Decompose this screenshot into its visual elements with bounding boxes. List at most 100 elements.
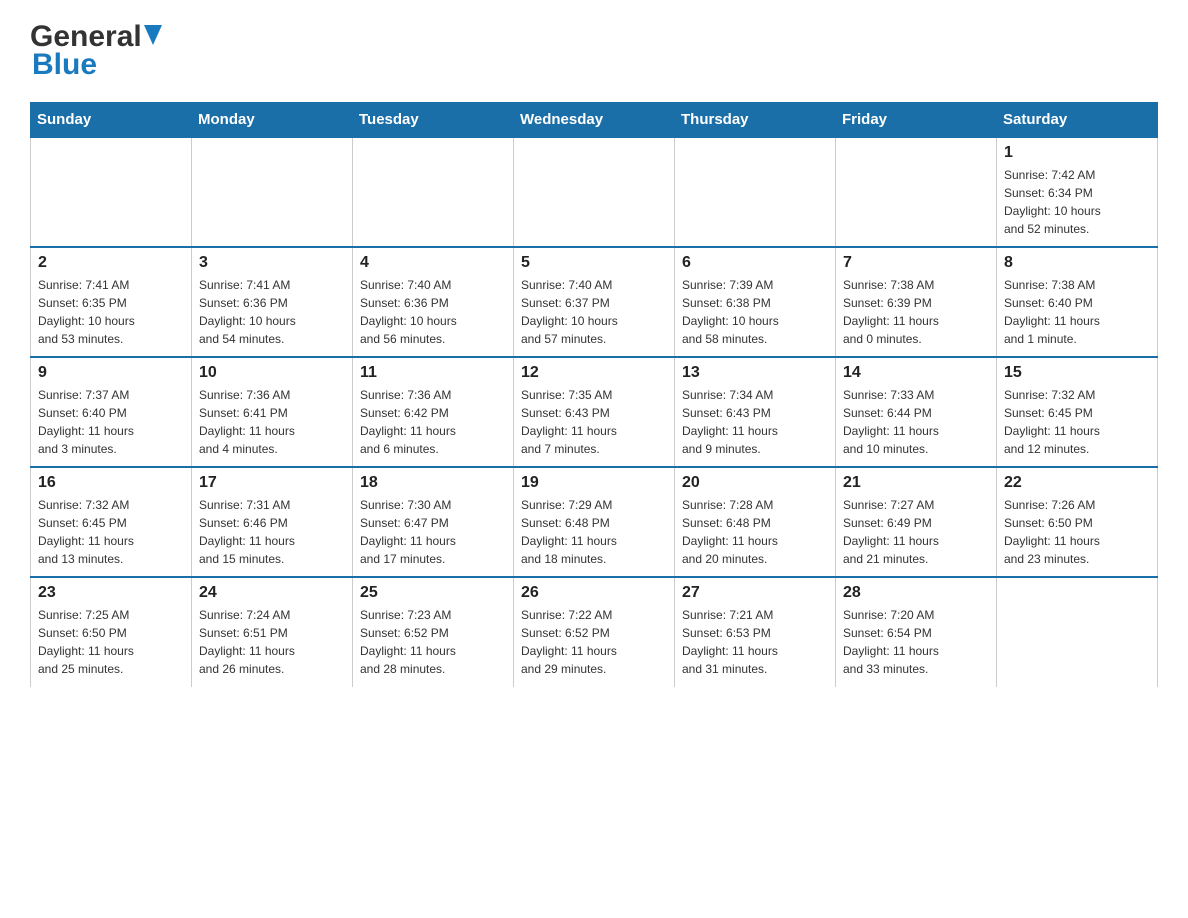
calendar-table: SundayMondayTuesdayWednesdayThursdayFrid… bbox=[30, 102, 1158, 687]
day-number: 5 bbox=[521, 254, 667, 272]
weekday-header-saturday: Saturday bbox=[997, 103, 1158, 138]
day-number: 13 bbox=[682, 364, 828, 382]
calendar-cell: 22 Sunrise: 7:26 AM Sunset: 6:50 PM Dayli… bbox=[997, 467, 1158, 577]
day-number: 11 bbox=[360, 364, 506, 382]
day-info: Sunrise: 7:25 AM Sunset: 6:50 PM Dayligh… bbox=[38, 606, 184, 678]
calendar-cell: 24 Sunrise: 7:24 AM Sunset: 6:51 PM Dayli… bbox=[192, 577, 353, 687]
day-info: Sunrise: 7:40 AM Sunset: 6:36 PM Dayligh… bbox=[360, 276, 506, 348]
calendar-cell bbox=[192, 137, 353, 247]
day-info: Sunrise: 7:33 AM Sunset: 6:44 PM Dayligh… bbox=[843, 386, 989, 458]
day-number: 16 bbox=[38, 474, 184, 492]
calendar-cell: 10 Sunrise: 7:36 AM Sunset: 6:41 PM Dayli… bbox=[192, 357, 353, 467]
day-number: 1 bbox=[1004, 144, 1150, 162]
weekday-header-tuesday: Tuesday bbox=[353, 103, 514, 138]
day-info: Sunrise: 7:40 AM Sunset: 6:37 PM Dayligh… bbox=[521, 276, 667, 348]
day-number: 22 bbox=[1004, 474, 1150, 492]
calendar-cell: 1 Sunrise: 7:42 AM Sunset: 6:34 PM Daylig… bbox=[997, 137, 1158, 247]
calendar-cell: 26 Sunrise: 7:22 AM Sunset: 6:52 PM Dayli… bbox=[514, 577, 675, 687]
calendar-week-row: 23 Sunrise: 7:25 AM Sunset: 6:50 PM Dayli… bbox=[31, 577, 1158, 687]
day-info: Sunrise: 7:20 AM Sunset: 6:54 PM Dayligh… bbox=[843, 606, 989, 678]
day-info: Sunrise: 7:27 AM Sunset: 6:49 PM Dayligh… bbox=[843, 496, 989, 568]
day-info: Sunrise: 7:28 AM Sunset: 6:48 PM Dayligh… bbox=[682, 496, 828, 568]
day-info: Sunrise: 7:38 AM Sunset: 6:40 PM Dayligh… bbox=[1004, 276, 1150, 348]
page-header: General Blue bbox=[30, 20, 1158, 82]
day-info: Sunrise: 7:30 AM Sunset: 6:47 PM Dayligh… bbox=[360, 496, 506, 568]
calendar-cell: 8 Sunrise: 7:38 AM Sunset: 6:40 PM Daylig… bbox=[997, 247, 1158, 357]
calendar-week-row: 2Sunrise: 7:41 AM Sunset: 6:35 PM Daylig… bbox=[31, 247, 1158, 357]
calendar-cell: 4 Sunrise: 7:40 AM Sunset: 6:36 PM Daylig… bbox=[353, 247, 514, 357]
calendar-cell bbox=[353, 137, 514, 247]
day-info: Sunrise: 7:22 AM Sunset: 6:52 PM Dayligh… bbox=[521, 606, 667, 678]
day-number: 7 bbox=[843, 254, 989, 272]
day-number: 10 bbox=[199, 364, 345, 382]
day-info: Sunrise: 7:42 AM Sunset: 6:34 PM Dayligh… bbox=[1004, 166, 1150, 238]
calendar-cell: 20 Sunrise: 7:28 AM Sunset: 6:48 PM Dayli… bbox=[675, 467, 836, 577]
day-number: 15 bbox=[1004, 364, 1150, 382]
weekday-header-sunday: Sunday bbox=[31, 103, 192, 138]
day-number: 14 bbox=[843, 364, 989, 382]
calendar-cell: 19Sunrise: 7:29 AM Sunset: 6:48 PM Dayli… bbox=[514, 467, 675, 577]
day-info: Sunrise: 7:24 AM Sunset: 6:51 PM Dayligh… bbox=[199, 606, 345, 678]
calendar-cell: 3Sunrise: 7:41 AM Sunset: 6:36 PM Daylig… bbox=[192, 247, 353, 357]
day-number: 6 bbox=[682, 254, 828, 272]
day-info: Sunrise: 7:21 AM Sunset: 6:53 PM Dayligh… bbox=[682, 606, 828, 678]
day-number: 17 bbox=[199, 474, 345, 492]
day-number: 18 bbox=[360, 474, 506, 492]
day-number: 24 bbox=[199, 584, 345, 602]
logo-triangle-icon bbox=[144, 25, 162, 45]
calendar-cell: 18 Sunrise: 7:30 AM Sunset: 6:47 PM Dayli… bbox=[353, 467, 514, 577]
weekday-header-wednesday: Wednesday bbox=[514, 103, 675, 138]
day-number: 8 bbox=[1004, 254, 1150, 272]
day-number: 26 bbox=[521, 584, 667, 602]
calendar-cell: 2Sunrise: 7:41 AM Sunset: 6:35 PM Daylig… bbox=[31, 247, 192, 357]
calendar-cell: 17 Sunrise: 7:31 AM Sunset: 6:46 PM Dayli… bbox=[192, 467, 353, 577]
calendar-body: 1 Sunrise: 7:42 AM Sunset: 6:34 PM Daylig… bbox=[31, 137, 1158, 687]
day-info: Sunrise: 7:23 AM Sunset: 6:52 PM Dayligh… bbox=[360, 606, 506, 678]
day-number: 27 bbox=[682, 584, 828, 602]
day-number: 9 bbox=[38, 364, 184, 382]
weekday-header-friday: Friday bbox=[836, 103, 997, 138]
weekday-header-thursday: Thursday bbox=[675, 103, 836, 138]
calendar-cell bbox=[514, 137, 675, 247]
day-number: 28 bbox=[843, 584, 989, 602]
weekday-row: SundayMondayTuesdayWednesdayThursdayFrid… bbox=[31, 103, 1158, 138]
calendar-cell bbox=[836, 137, 997, 247]
logo-blue-text: Blue bbox=[32, 48, 97, 82]
day-info: Sunrise: 7:38 AM Sunset: 6:39 PM Dayligh… bbox=[843, 276, 989, 348]
calendar-cell: 6Sunrise: 7:39 AM Sunset: 6:38 PM Daylig… bbox=[675, 247, 836, 357]
calendar-cell: 11Sunrise: 7:36 AM Sunset: 6:42 PM Dayli… bbox=[353, 357, 514, 467]
calendar-cell: 5 Sunrise: 7:40 AM Sunset: 6:37 PM Daylig… bbox=[514, 247, 675, 357]
day-number: 4 bbox=[360, 254, 506, 272]
calendar-cell: 23 Sunrise: 7:25 AM Sunset: 6:50 PM Dayli… bbox=[31, 577, 192, 687]
calendar-cell bbox=[675, 137, 836, 247]
logo: General Blue bbox=[30, 20, 162, 82]
calendar-cell: 16 Sunrise: 7:32 AM Sunset: 6:45 PM Dayli… bbox=[31, 467, 192, 577]
day-info: Sunrise: 7:41 AM Sunset: 6:35 PM Dayligh… bbox=[38, 276, 184, 348]
day-number: 21 bbox=[843, 474, 989, 492]
calendar-week-row: 9Sunrise: 7:37 AM Sunset: 6:40 PM Daylig… bbox=[31, 357, 1158, 467]
day-number: 20 bbox=[682, 474, 828, 492]
day-info: Sunrise: 7:32 AM Sunset: 6:45 PM Dayligh… bbox=[38, 496, 184, 568]
calendar-cell: 28 Sunrise: 7:20 AM Sunset: 6:54 PM Dayli… bbox=[836, 577, 997, 687]
calendar-week-row: 1 Sunrise: 7:42 AM Sunset: 6:34 PM Daylig… bbox=[31, 137, 1158, 247]
calendar-cell bbox=[997, 577, 1158, 687]
day-info: Sunrise: 7:36 AM Sunset: 6:41 PM Dayligh… bbox=[199, 386, 345, 458]
day-info: Sunrise: 7:32 AM Sunset: 6:45 PM Dayligh… bbox=[1004, 386, 1150, 458]
day-number: 23 bbox=[38, 584, 184, 602]
day-info: Sunrise: 7:31 AM Sunset: 6:46 PM Dayligh… bbox=[199, 496, 345, 568]
calendar-cell: 12Sunrise: 7:35 AM Sunset: 6:43 PM Dayli… bbox=[514, 357, 675, 467]
calendar-cell: 27 Sunrise: 7:21 AM Sunset: 6:53 PM Dayli… bbox=[675, 577, 836, 687]
calendar-header: SundayMondayTuesdayWednesdayThursdayFrid… bbox=[31, 103, 1158, 138]
calendar-cell: 15 Sunrise: 7:32 AM Sunset: 6:45 PM Dayli… bbox=[997, 357, 1158, 467]
calendar-cell: 7 Sunrise: 7:38 AM Sunset: 6:39 PM Daylig… bbox=[836, 247, 997, 357]
day-info: Sunrise: 7:26 AM Sunset: 6:50 PM Dayligh… bbox=[1004, 496, 1150, 568]
weekday-header-monday: Monday bbox=[192, 103, 353, 138]
calendar-cell: 9Sunrise: 7:37 AM Sunset: 6:40 PM Daylig… bbox=[31, 357, 192, 467]
calendar-cell: 13Sunrise: 7:34 AM Sunset: 6:43 PM Dayli… bbox=[675, 357, 836, 467]
calendar-cell: 21 Sunrise: 7:27 AM Sunset: 6:49 PM Dayli… bbox=[836, 467, 997, 577]
day-number: 25 bbox=[360, 584, 506, 602]
day-number: 12 bbox=[521, 364, 667, 382]
day-info: Sunrise: 7:29 AM Sunset: 6:48 PM Dayligh… bbox=[521, 496, 667, 568]
calendar-cell: 14 Sunrise: 7:33 AM Sunset: 6:44 PM Dayli… bbox=[836, 357, 997, 467]
calendar-week-row: 16 Sunrise: 7:32 AM Sunset: 6:45 PM Dayli… bbox=[31, 467, 1158, 577]
